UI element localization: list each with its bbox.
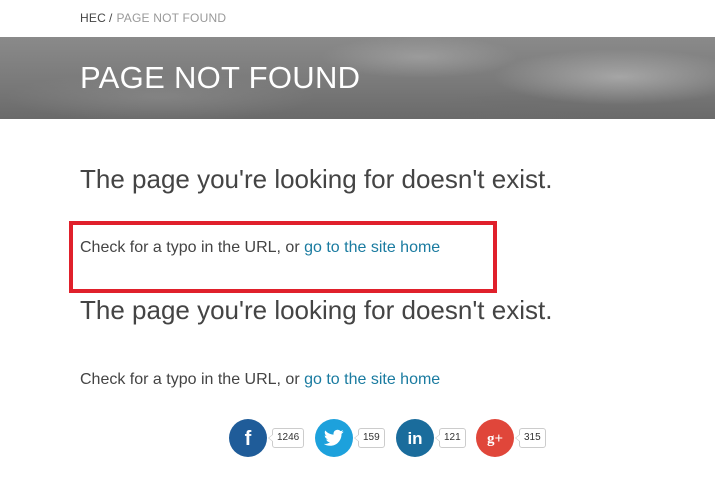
google-plus-share-button[interactable]: g+ [476, 419, 514, 457]
page: HEC / PAGE NOT FOUND PAGE NOT FOUND The pa… [0, 0, 715, 490]
twitter-share-button[interactable] [315, 419, 353, 457]
google-plus-icon: g+ [483, 428, 507, 448]
breadcrumb-current: PAGE NOT FOUND [116, 11, 227, 25]
page-title: PAGE NOT FOUND [80, 60, 361, 95]
facebook-share-button[interactable]: f [229, 419, 267, 457]
error-heading: The page you're looking for doesn't exis… [80, 164, 553, 194]
site-home-link-repeat[interactable]: go to the site home [304, 371, 440, 388]
facebook-share-count: 1246 [267, 428, 305, 448]
error-message-text-repeat: Check for a typo in the URL, or [80, 371, 305, 388]
twitter-share-count: 159 [354, 428, 385, 448]
facebook-icon: f [238, 428, 258, 448]
breadcrumb-separator: / [108, 11, 113, 25]
linkedin-icon: in [404, 428, 426, 448]
linkedin-share-count: 121 [435, 428, 466, 448]
error-message-repeat: Check for a typo in the URL, or go to th… [80, 371, 440, 389]
error-heading-repeat: The page you're looking for doesn't exis… [80, 295, 553, 325]
svg-text:g+: g+ [487, 431, 503, 447]
linkedin-share-button[interactable]: in [396, 419, 434, 457]
breadcrumb: HEC / PAGE NOT FOUND [80, 11, 226, 25]
highlight-box [69, 221, 497, 293]
hero-banner: PAGE NOT FOUND [0, 37, 715, 119]
breadcrumb-home-link[interactable]: HEC [80, 11, 106, 25]
svg-text:in: in [407, 429, 422, 448]
svg-text:f: f [245, 428, 252, 448]
twitter-icon [324, 429, 344, 447]
google-plus-share-count: 315 [515, 428, 546, 448]
